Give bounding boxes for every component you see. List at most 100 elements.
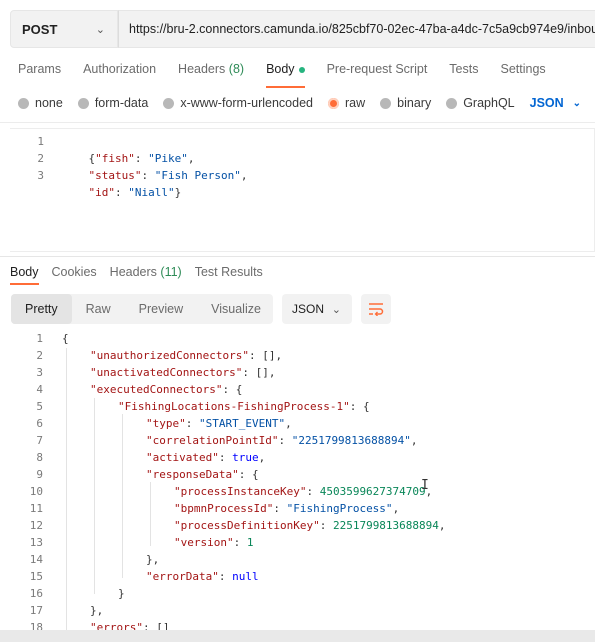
divider xyxy=(0,122,595,123)
line-number: 1 xyxy=(36,332,43,345)
chevron-down-icon: ⌄ xyxy=(95,23,105,36)
tab-label: Cookies xyxy=(51,265,97,279)
response-line: "correlationPointId": "2251799813688894"… xyxy=(146,434,418,447)
response-line: "FishingLocations-FishingProcess-1": { xyxy=(118,400,370,413)
radio-label: GraphQL xyxy=(463,96,515,110)
tab-tests[interactable]: Tests xyxy=(449,62,478,80)
response-line: "activated": true, xyxy=(146,451,266,464)
tab-response-body[interactable]: Body xyxy=(10,265,39,285)
tab-label: Body xyxy=(266,62,295,76)
indent-guide xyxy=(122,414,123,578)
tab-headers[interactable]: Headers (8) xyxy=(178,62,244,80)
response-body-viewer[interactable]: 1 2 3 4 5 6 7 8 9 10 11 12 13 14 15 16 1… xyxy=(0,328,595,634)
tab-body[interactable]: Body xyxy=(266,62,305,88)
response-line: "processInstanceKey": 4503599627374709, xyxy=(174,485,433,498)
request-body-line: "status": "Fish Person", xyxy=(88,169,248,182)
line-number: 10 xyxy=(29,485,43,498)
wrap-lines-icon xyxy=(369,303,384,316)
tab-params[interactable]: Params xyxy=(18,62,61,80)
tab-authorization[interactable]: Authorization xyxy=(83,62,156,80)
indent-guide xyxy=(66,348,67,630)
request-url-bar: POST ⌄ https://bru-2.connectors.camunda.… xyxy=(10,10,595,48)
view-pretty-button[interactable]: Pretty xyxy=(11,294,72,324)
http-method-label: POST xyxy=(22,21,58,37)
response-line: "executedConnectors": { xyxy=(90,383,243,396)
line-number: 16 xyxy=(29,587,43,600)
response-line: } xyxy=(118,587,125,600)
response-line: }, xyxy=(90,604,104,617)
radio-form-data[interactable]: form-data xyxy=(77,96,148,110)
tab-settings[interactable]: Settings xyxy=(500,62,545,80)
line-number: 1 xyxy=(37,135,44,148)
radio-label: raw xyxy=(345,96,366,110)
line-number: 8 xyxy=(36,451,43,464)
request-body-editor[interactable]: 1 2 3 {"fish": "Pike", "status": "Fish P… xyxy=(10,128,595,252)
response-line: { xyxy=(62,332,69,345)
request-body-line: "id": "Niall"} xyxy=(88,186,182,199)
tab-response-headers[interactable]: Headers (11) xyxy=(110,265,182,279)
line-number: 3 xyxy=(37,169,44,182)
line-number: 13 xyxy=(29,536,43,549)
indent-guide xyxy=(94,398,95,594)
response-line: "unactivatedConnectors": [], xyxy=(90,366,276,379)
radio-label: x-www-form-urlencoded xyxy=(180,96,313,110)
tab-test-results[interactable]: Test Results xyxy=(195,265,263,279)
tab-label: Pre-request Script xyxy=(326,62,428,76)
indent-guide xyxy=(150,482,151,546)
response-tabs: Body Cookies Headers (11) Test Results xyxy=(10,265,276,285)
chevron-down-icon: ⌄ xyxy=(572,97,582,109)
response-line: "version": 1 xyxy=(174,536,254,549)
scrollbar[interactable] xyxy=(0,630,595,642)
radio-icon xyxy=(380,97,392,109)
response-line: "bpmnProcessId": "FishingProcess", xyxy=(174,502,400,515)
line-number: 2 xyxy=(37,152,44,165)
text-cursor-icon: I xyxy=(421,478,429,493)
line-number: 5 xyxy=(36,400,43,413)
response-line: "type": "START_EVENT", xyxy=(146,417,292,430)
body-type-options: none form-data x-www-form-urlencoded raw… xyxy=(18,96,581,110)
line-number: 7 xyxy=(36,434,43,447)
status-dot-icon xyxy=(298,66,305,73)
tab-pre-request-script[interactable]: Pre-request Script xyxy=(327,62,428,80)
line-number: 12 xyxy=(29,519,43,532)
response-line: "unauthorizedConnectors": [], xyxy=(90,349,283,362)
view-preview-button[interactable]: Preview xyxy=(125,294,197,324)
line-number: 17 xyxy=(29,604,43,617)
radio-icon xyxy=(446,97,458,109)
tab-label: Headers xyxy=(109,265,157,279)
line-number: 2 xyxy=(36,349,43,362)
url-input[interactable]: https://bru-2.connectors.camunda.io/825c… xyxy=(118,10,595,48)
http-method-select[interactable]: POST ⌄ xyxy=(10,10,118,48)
view-raw-button[interactable]: Raw xyxy=(72,294,125,324)
radio-icon xyxy=(18,97,29,109)
radio-graphql[interactable]: GraphQL xyxy=(446,96,515,110)
radio-urlencoded[interactable]: x-www-form-urlencoded xyxy=(163,96,313,110)
line-number: 6 xyxy=(36,417,43,430)
radio-binary[interactable]: binary xyxy=(380,96,431,110)
response-format-select[interactable]: JSON ⌄ xyxy=(282,294,352,324)
radio-label: binary xyxy=(397,96,432,110)
tab-label: Headers xyxy=(178,62,226,76)
response-line: "processDefinitionKey": 2251799813688894… xyxy=(174,519,446,532)
line-number: 11 xyxy=(29,502,43,515)
view-mode-toggle: Pretty Raw Preview Visualize xyxy=(11,294,273,324)
radio-label: none xyxy=(35,96,63,110)
request-tabs: Params Authorization Headers (8) Body Pr… xyxy=(18,62,568,88)
response-line: "responseData": { xyxy=(146,468,259,481)
radio-raw[interactable]: raw xyxy=(328,96,365,110)
tab-label: Settings xyxy=(500,62,546,76)
radio-icon xyxy=(77,97,89,109)
tab-cookies[interactable]: Cookies xyxy=(52,265,97,279)
tab-count: (11) xyxy=(160,265,182,279)
tab-count: (8) xyxy=(228,62,245,76)
line-number: 15 xyxy=(29,570,43,583)
line-number: 3 xyxy=(36,366,43,379)
wrap-lines-button[interactable] xyxy=(361,294,391,324)
line-number: 4 xyxy=(36,383,43,396)
radio-none[interactable]: none xyxy=(18,96,63,110)
body-format-select[interactable]: JSON ⌄ xyxy=(530,96,581,110)
view-visualize-button[interactable]: Visualize xyxy=(197,294,275,324)
request-body-line: {"fish": "Pike", xyxy=(88,152,195,165)
line-number: 14 xyxy=(29,553,43,566)
radio-selected-icon xyxy=(328,97,339,109)
